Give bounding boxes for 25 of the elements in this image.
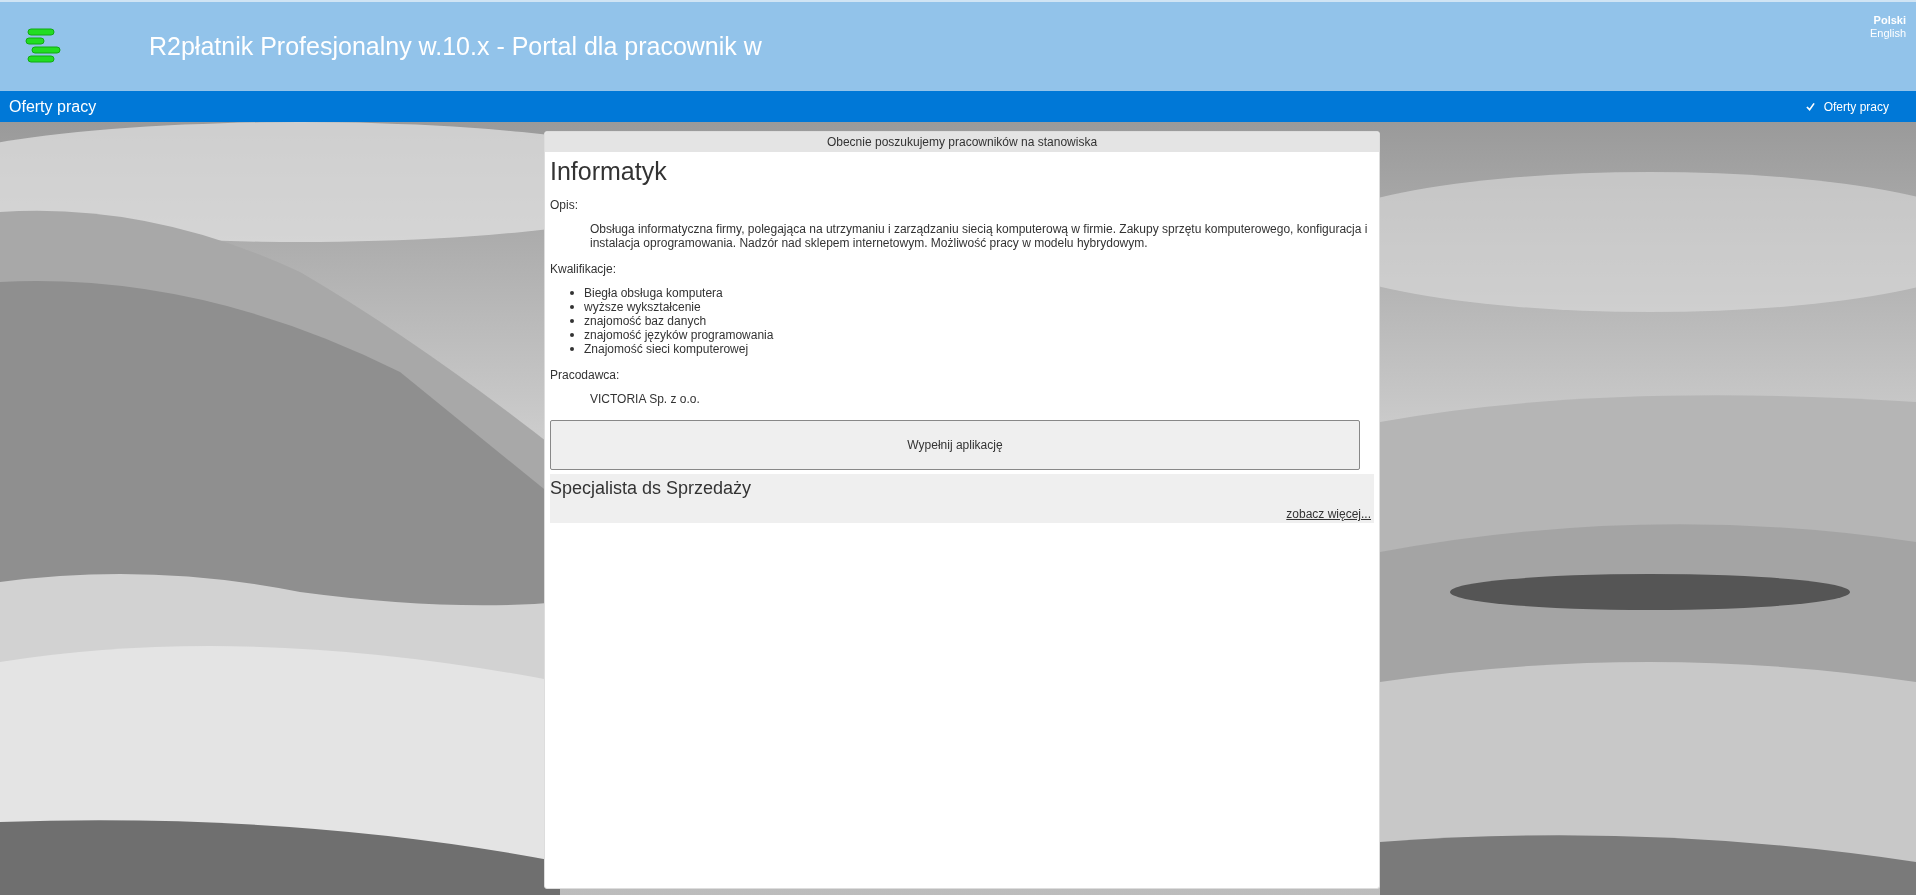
bullet-icon [570,305,574,309]
list-item: Biegła obsługa komputera [584,286,723,300]
app-title: R2płatnik Profesjonalny w.10.x - Portal dla pracownik w [149,32,762,61]
section-label: Kwalifikacje: [550,262,618,276]
section-label: Pracodawca: [550,368,621,382]
section-text: VICTORIA Sp. z o.o. [590,392,701,406]
page-title: Oferty pracy [9,97,97,116]
bullet-icon [570,333,574,337]
section-label: Opis: [550,198,579,212]
offer-title: Informatyk [550,157,668,186]
see-more-link[interactable]: zobacz więcej... [1286,507,1371,521]
list-item: znajomość baz danych [584,314,707,328]
offer-title: Specjalista ds Sprzedaży [550,478,753,499]
bullet-icon [570,347,574,351]
logo-icon [24,25,64,66]
bullet-icon [570,291,574,295]
panel-header: Obecnie poszukujemy pracowników na stanowiska [545,132,1379,152]
apply-button[interactable]: Wypełnij aplikację [550,420,1360,470]
list-item: Znajomość sieci komputerowej [584,342,749,356]
menu-item[interactable]: Oferty pracy [1805,99,1889,114]
list-item: wyższe wykształcenie [584,300,701,314]
list-item: znajomość języków programowania [584,328,774,342]
section-text: Obsługa informatyczna firmy, polegająca na utrzymaniu i zarządzaniu siecią komputerową w firmie. Zakupy sprzętu komputerowego, konfiguracja i instalacja oprogramowania. Nadzór nad sklepem internetowym. Możliwość pracy w modelu hybrydowym. [590,222,1369,250]
bullet-icon [570,319,574,323]
menu-label: Oferty pracy [1823,99,1889,114]
